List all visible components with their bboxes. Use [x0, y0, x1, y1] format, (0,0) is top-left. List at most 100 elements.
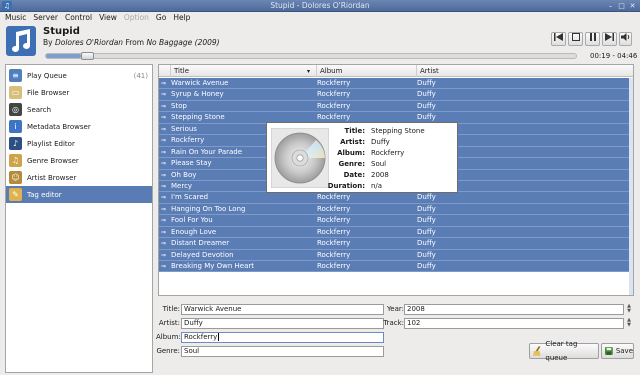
sidebar-item-tag-editor[interactable]: ✎ Tag editor [6, 186, 152, 203]
sidebar-item-search[interactable]: ◎ Search [6, 101, 152, 118]
track-arrow-icon: ⇒ [161, 91, 167, 99]
pause-button[interactable] [585, 32, 600, 46]
title-field[interactable]: Warwick Avenue [181, 304, 384, 315]
table-row[interactable]: ⇒ Fool For You Rockferry Duffy [159, 215, 633, 227]
genre-label: Genre: [156, 347, 180, 355]
cell-album: Rockferry [317, 79, 351, 87]
artist-icon: ☺ [9, 171, 22, 184]
cell-artist: Duffy [417, 79, 436, 87]
prev-icon [554, 33, 563, 41]
cell-artist: Duffy [417, 250, 436, 259]
track-arrow-icon: ⇒ [161, 80, 167, 87]
table-header: Title ▾ Album Artist [159, 65, 633, 77]
stop-button[interactable] [568, 32, 583, 46]
menu-item-go[interactable]: Go [156, 12, 166, 24]
song-album: No Baggage (2009) [146, 38, 220, 47]
title-label: Title: [162, 305, 180, 313]
album-field[interactable]: Rockferry [181, 332, 384, 343]
sidebar-item-label: Genre Browser [27, 156, 79, 165]
next-button[interactable] [602, 32, 617, 46]
cell-title: Rockferry [171, 136, 205, 145]
cell-title: Hanging On Too Long [171, 204, 246, 213]
genre-field[interactable]: Soul [181, 346, 384, 357]
menu-item-music[interactable]: Music [5, 12, 26, 24]
cell-album: Rockferry [317, 216, 351, 225]
playlist-icon: ♪ [9, 137, 22, 150]
column-header-icon [159, 65, 171, 77]
previous-button[interactable] [551, 32, 566, 46]
title-bar: ♫ Stupid - Dolores O'Riordan – □ ✕ [0, 0, 640, 12]
menu-item-view[interactable]: View [99, 12, 117, 24]
clear-tag-queue-button[interactable]: Clear tag queue [529, 340, 599, 362]
tooltip-value: Soul [371, 160, 387, 168]
maximize-icon[interactable]: □ [617, 2, 626, 10]
sidebar-item-file-browser[interactable]: ▭ File Browser [6, 84, 152, 101]
artist-field[interactable]: Duffy [181, 318, 384, 329]
track-arrow-icon: ⇒ [161, 263, 167, 270]
table-row[interactable]: ⇒ Stop Rockferry Duffy [159, 100, 633, 113]
cell-title: Stop [171, 101, 187, 110]
sidebar-item-genre-browser[interactable]: ♫ Genre Browser [6, 152, 152, 169]
sidebar-item-metadata-browser[interactable]: i Metadata Browser [6, 118, 152, 135]
table-row[interactable]: ⇒ Warwick Avenue Rockferry Duffy [159, 78, 633, 90]
tooltip-value: Rockferry [371, 149, 405, 157]
track-stepper[interactable]: ▲ ▼ [626, 318, 632, 329]
song-tooltip: Title: Stepping Stone Artist: Duffy Album: Ro… [266, 122, 458, 193]
cell-album: Rockferry [317, 239, 351, 248]
from-label: From [125, 38, 145, 47]
sidebar-item-label: Artist Browser [27, 173, 77, 182]
column-header-artist[interactable]: Artist [417, 65, 633, 77]
cell-artist: Duffy [417, 216, 436, 225]
binoculars-icon: ◎ [9, 103, 22, 116]
volume-icon [621, 33, 630, 41]
table-row[interactable]: ⇒ Syrup & Honey Rockferry Duffy [159, 89, 633, 101]
cell-title: I'm Scared [171, 193, 209, 202]
track-arrow-icon: ⇒ [161, 148, 167, 156]
menu-item-control[interactable]: Control [65, 12, 92, 24]
sidebar-item-play-queue[interactable]: ≡ Play Queue (41) [6, 67, 152, 84]
track-arrow-icon: ⇒ [161, 114, 167, 122]
seek-progress [46, 54, 81, 58]
cell-album: Rockferry [317, 262, 351, 270]
tooltip-value: Stepping Stone [371, 127, 425, 135]
cell-title: Fool For You [171, 216, 213, 225]
genre-icon: ♫ [9, 154, 22, 167]
table-row[interactable]: ⇒ Breaking My Own Heart Rockferry Duffy [159, 261, 633, 273]
cell-artist: Duffy [417, 239, 436, 248]
volume-button[interactable] [619, 32, 632, 46]
menu-bar: Music Server Control View Option Go Help [0, 12, 640, 24]
column-header-album[interactable]: Album [317, 65, 417, 77]
cell-artist: Duffy [417, 101, 436, 110]
menu-item-help[interactable]: Help [173, 12, 190, 24]
table-row[interactable]: ⇒ Enough Love Rockferry Duffy [159, 226, 633, 239]
column-header-title[interactable]: Title [171, 65, 317, 77]
cd-icon [271, 128, 329, 188]
track-arrow-icon: ⇒ [161, 205, 167, 213]
menu-item-server[interactable]: Server [33, 12, 58, 24]
table-row[interactable]: ⇒ Delayed Devotion Rockferry Duffy [159, 249, 633, 261]
close-icon[interactable]: ✕ [628, 2, 637, 10]
table-row[interactable]: ⇒ Hanging On Too Long Rockferry Duffy [159, 203, 633, 216]
cell-title: Distant Dreamer [171, 239, 230, 248]
year-stepper[interactable]: ▲ ▼ [626, 304, 632, 315]
save-button[interactable]: Save [601, 343, 634, 359]
sidebar-item-label: Metadata Browser [27, 122, 91, 131]
seek-handle[interactable] [81, 52, 94, 60]
track-field[interactable]: 102 [404, 318, 624, 329]
clear-tag-queue-label: Clear tag queue [545, 340, 578, 362]
tooltip-key: Album: [337, 149, 365, 157]
sort-chevron-icon[interactable]: ▾ [307, 68, 310, 75]
year-field[interactable]: 2008 [404, 304, 624, 315]
seek-bar[interactable] [45, 52, 577, 60]
cell-album: Rockferry [317, 250, 351, 259]
tooltip-key: Artist: [340, 138, 365, 146]
sidebar-item-playlist-editor[interactable]: ♪ Playlist Editor [6, 135, 152, 152]
sidebar-item-artist-browser[interactable]: ☺ Artist Browser [6, 169, 152, 186]
tooltip-key: Date: [343, 171, 365, 179]
album-label: Album: [156, 333, 181, 341]
vertical-scrollbar[interactable] [629, 78, 633, 295]
table-row[interactable]: ⇒ I'm Scared Rockferry Duffy [159, 192, 633, 204]
minimize-icon[interactable]: – [606, 2, 615, 10]
artist-label: Artist: [158, 319, 180, 327]
table-row[interactable]: ⇒ Distant Dreamer Rockferry Duffy [159, 238, 633, 250]
